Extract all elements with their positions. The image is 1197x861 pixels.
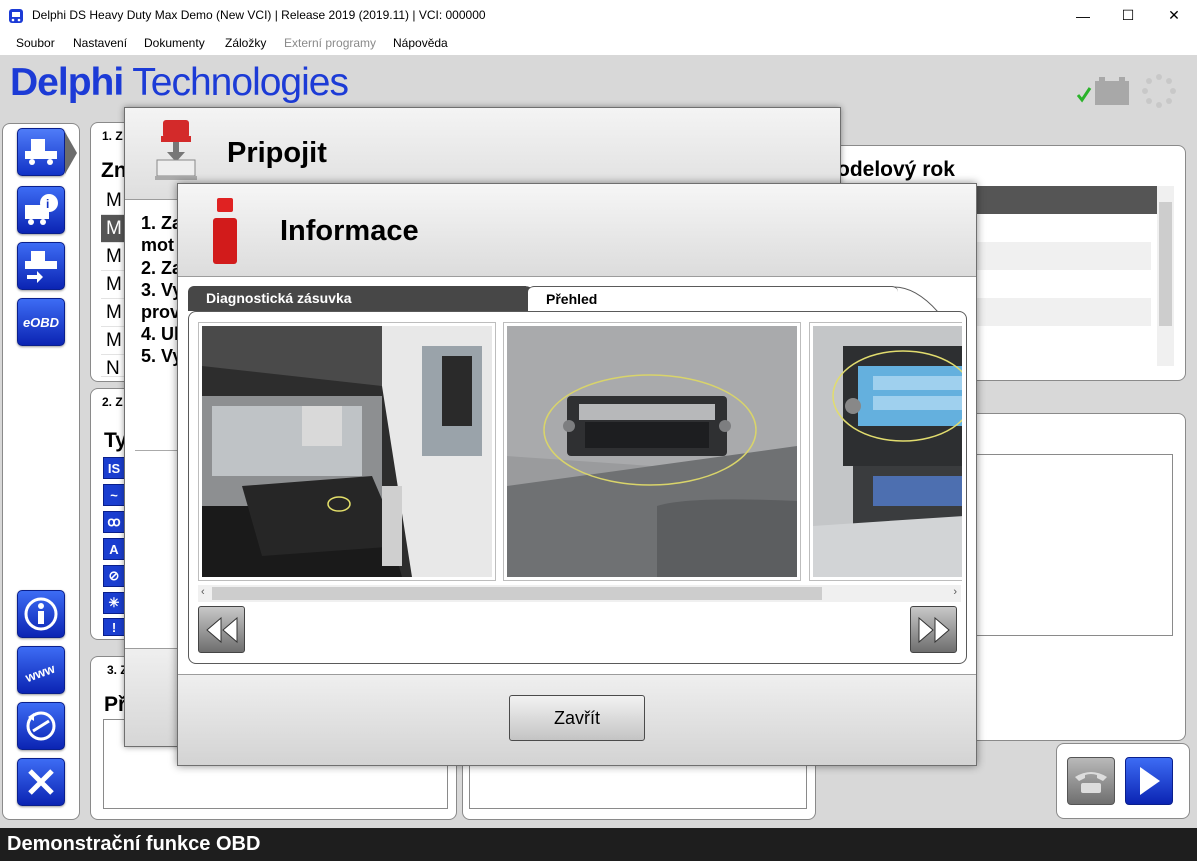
exit-button[interactable] <box>17 758 65 806</box>
loading-spinner-icon <box>1142 74 1176 108</box>
photo-scrollbar-thumb[interactable] <box>212 587 822 600</box>
connect-step: prov <box>141 302 181 322</box>
info-dialog-footer: Zavřít <box>178 674 976 765</box>
vehicle-connect-button[interactable] <box>17 128 65 176</box>
model-year-scrollbar[interactable] <box>1157 186 1174 366</box>
close-window-button[interactable]: ✕ <box>1151 0 1197 31</box>
maximize-button[interactable]: ☐ <box>1105 0 1151 31</box>
truck-swap-icon <box>25 251 57 283</box>
close-x-icon <box>28 769 54 795</box>
menu-dokumenty[interactable]: Dokumenty <box>144 36 205 50</box>
fast-forward-icon <box>918 616 950 643</box>
manufacturer-step: 1. Z <box>102 129 123 143</box>
vehicle-info-button[interactable]: i <box>17 186 65 234</box>
scroll-right-icon[interactable]: › <box>953 586 957 598</box>
model-year-heading: odelový rok <box>837 158 955 181</box>
active-arrow-icon <box>65 132 77 174</box>
connect-dialog-title: Pripojit <box>227 137 327 169</box>
close-icon: ✕ <box>1168 7 1180 23</box>
scroll-left-icon[interactable]: ‹ <box>201 586 205 598</box>
system-icon[interactable]: ꝏ <box>103 511 125 533</box>
minimize-icon: — <box>1076 7 1090 24</box>
connect-truck-icon <box>155 120 197 180</box>
info-icon <box>24 597 58 631</box>
connect-step: mot <box>141 235 174 255</box>
vehicle-heading: Př <box>104 693 127 716</box>
phone-button[interactable] <box>1067 757 1115 805</box>
navigation-box <box>1056 743 1190 819</box>
sync-icon <box>26 711 56 741</box>
info-dialog-header: Informace <box>178 184 976 277</box>
system-icon[interactable]: IS <box>103 457 125 479</box>
play-arrow-icon <box>1140 767 1160 795</box>
eobd-button[interactable]: eOBD <box>17 298 65 346</box>
delphi-logo: Delphi Technologies <box>10 61 349 104</box>
svg-text:www: www <box>22 660 57 683</box>
menu-bar: Soubor Nastavení Dokumenty Záložky Exter… <box>0 31 1197 55</box>
phone-icon <box>1075 772 1107 793</box>
menu-napoveda[interactable]: Nápověda <box>393 36 448 50</box>
info-exclamation-icon <box>213 198 237 264</box>
next-page-button[interactable] <box>910 606 957 653</box>
system-icon[interactable]: ~ <box>103 484 125 506</box>
system-icon[interactable]: ! <box>103 618 125 636</box>
connect-divider <box>135 450 177 451</box>
menu-externi-programy: Externí programy <box>284 36 377 50</box>
system-step: 2. Z <box>102 395 123 409</box>
info-dialog: Informace Diagnostická zásuvka Přehled ‹… <box>177 183 977 766</box>
web-button[interactable]: www <box>17 646 65 694</box>
eobd-label: eOBD <box>22 314 60 330</box>
photo-scrollbar[interactable]: ‹ › <box>198 585 961 602</box>
system-icon[interactable]: A <box>103 538 125 560</box>
left-navigation-rail: i eOBD www <box>2 123 80 820</box>
next-button[interactable] <box>1125 757 1173 805</box>
check-icon <box>1076 87 1092 103</box>
close-dialog-button[interactable]: Zavřít <box>509 695 645 741</box>
truck-connect-icon <box>25 139 57 165</box>
minimize-button[interactable]: — <box>1060 0 1106 31</box>
tab-diagnosticka-zasuvka[interactable]: Diagnostická zásuvka <box>188 286 526 311</box>
window-title-bar: Delphi DS Heavy Duty Max Demo (New VCI) … <box>0 0 1197 31</box>
status-bar: Demonstrační funkce OBD <box>0 828 1197 861</box>
status-text: Demonstrační funkce OBD <box>7 833 261 855</box>
svg-text:i: i <box>46 197 49 211</box>
tab-prehled[interactable]: Přehled <box>528 286 898 311</box>
sync-button[interactable] <box>17 702 65 750</box>
connector-photo-1[interactable] <box>198 322 496 581</box>
connect-step: 2. Za <box>141 258 183 278</box>
window-title: Delphi DS Heavy Duty Max Demo (New VCI) … <box>32 8 486 22</box>
tab-curve-right <box>894 286 938 312</box>
manufacturer-heading: Zn <box>101 159 127 182</box>
menu-soubor[interactable]: Soubor <box>16 36 55 50</box>
battery-icon <box>1095 77 1129 105</box>
connect-step: 4. Ul <box>141 324 180 344</box>
maximize-icon: ☐ <box>1121 7 1135 23</box>
previous-page-button[interactable] <box>198 606 245 653</box>
status-indicators <box>1076 73 1187 109</box>
system-icon[interactable]: ⊘ <box>103 565 125 587</box>
truck-info-icon: i <box>25 194 58 225</box>
connector-photo-3[interactable] <box>809 322 962 581</box>
vehicle-exchange-button[interactable] <box>17 242 65 290</box>
info-dialog-title: Informace <box>280 215 419 247</box>
scrollbar-thumb[interactable] <box>1159 202 1172 326</box>
system-icon[interactable]: ✳ <box>103 592 125 614</box>
menu-zalozky[interactable]: Záložky <box>225 36 266 50</box>
menu-nastaveni[interactable]: Nastavení <box>73 36 127 50</box>
rewind-icon <box>205 616 237 643</box>
info-button[interactable] <box>17 590 65 638</box>
app-truck-icon <box>9 9 23 23</box>
www-icon: www <box>22 660 57 683</box>
connector-photo-2[interactable] <box>503 322 801 581</box>
connect-step: 1. Za <box>141 213 183 233</box>
